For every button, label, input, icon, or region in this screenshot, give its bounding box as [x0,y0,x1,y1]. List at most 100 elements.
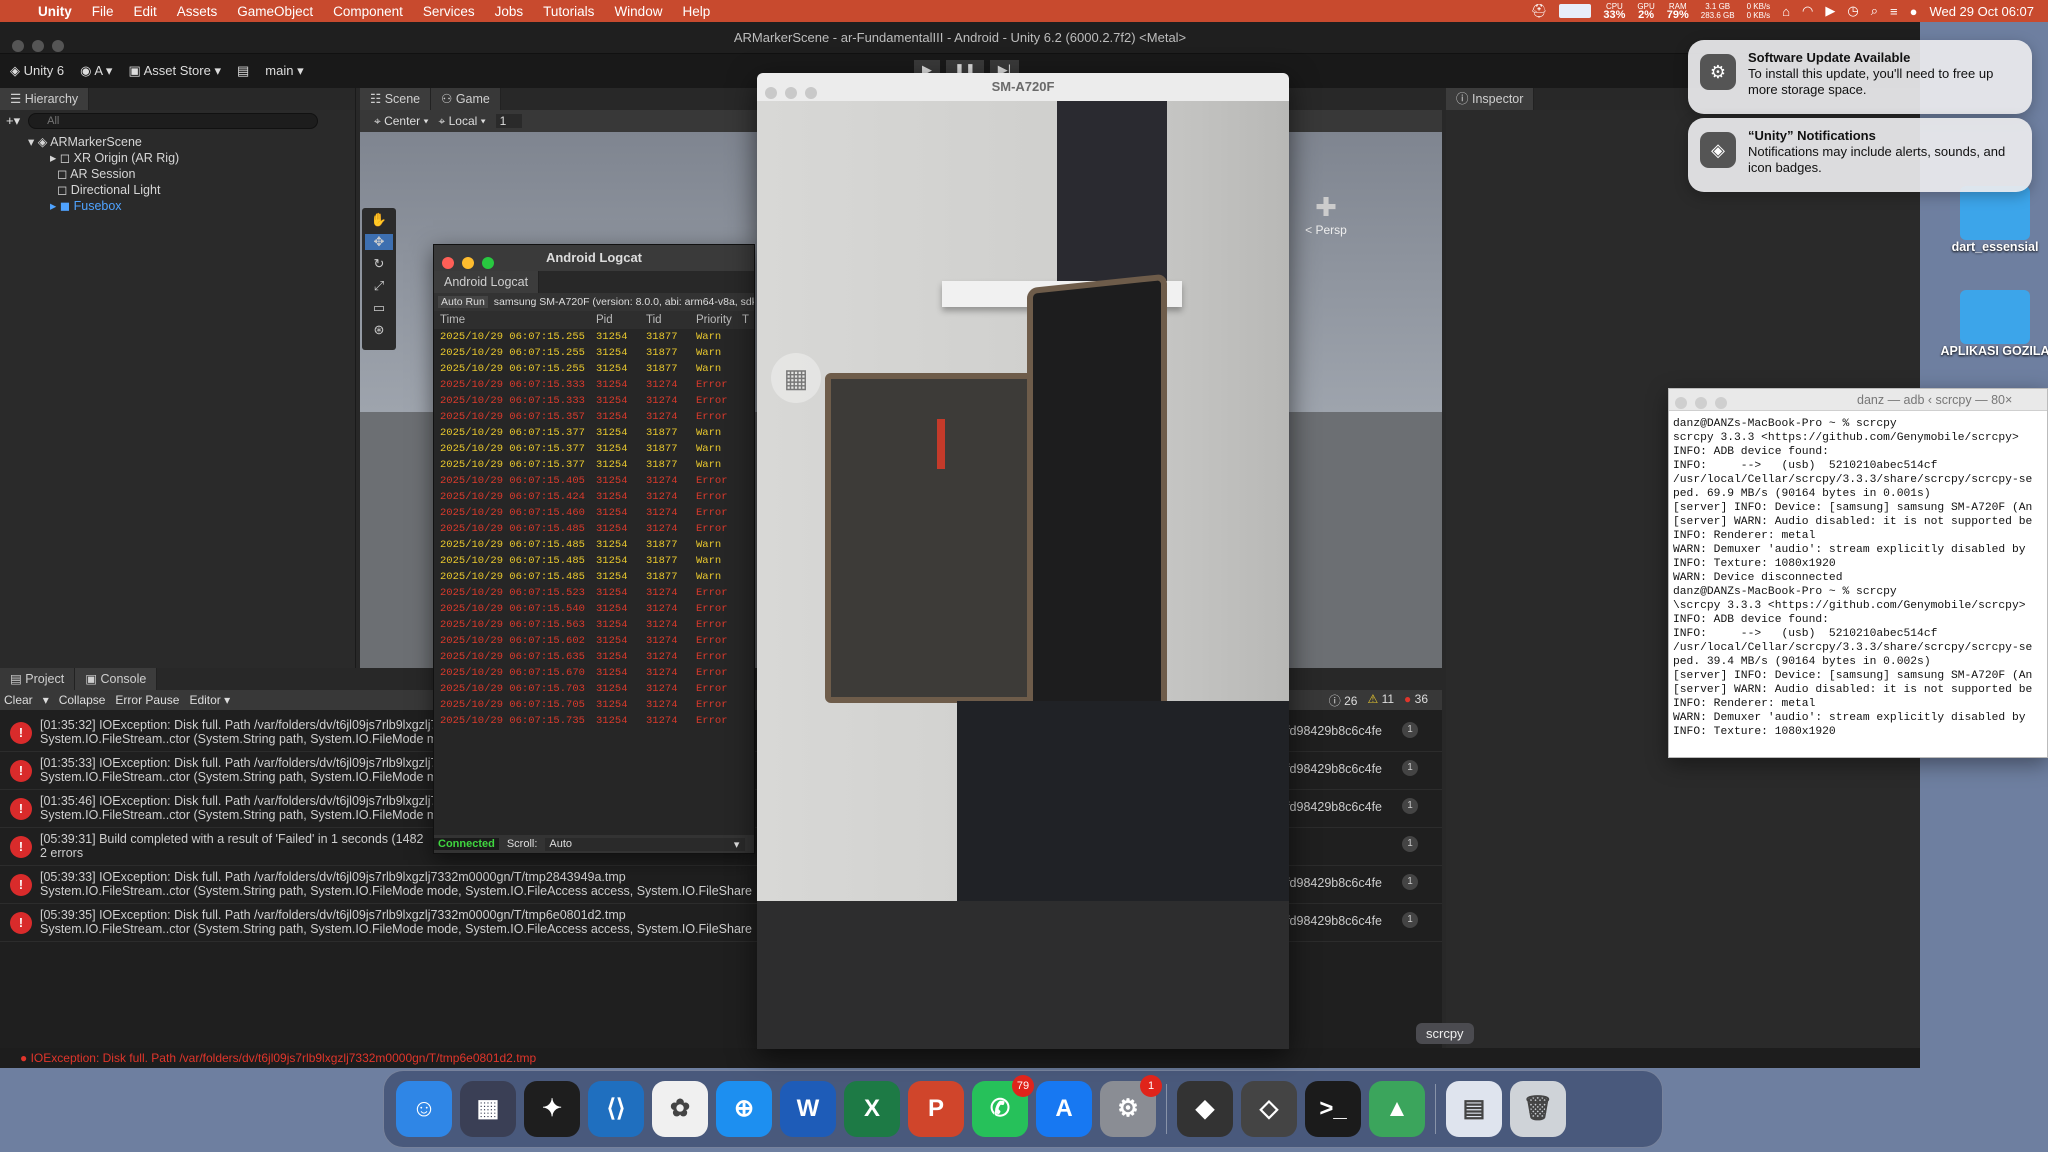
logcat-row[interactable]: 2025/10/29 06:07:15.485 31254 31877 Warn [434,537,754,553]
tab-hierarchy[interactable]: ☰ Hierarchy [0,88,90,110]
hierarchy-scene-root[interactable]: ▾ ◈ ARMarkerScene [28,134,355,150]
tab-project[interactable]: ▤ Project [0,668,76,690]
logcat-row[interactable]: 2025/10/29 06:07:15.703 31254 31274 Error [434,681,754,697]
logcat-row[interactable]: 2025/10/29 06:07:15.405 31254 31274 Error [434,473,754,489]
pivot-dropdown[interactable]: ⌖ Center ▾ [374,114,429,129]
menu-assets[interactable]: Assets [167,4,228,19]
rect-tool-icon[interactable]: ▭ [373,300,385,316]
space-dropdown[interactable]: ⌖ Local ▾ [439,114,486,129]
control-center-icon[interactable]: ≡ [1890,4,1898,19]
clock[interactable]: Wed 29 Oct 06:07 [1929,4,2034,19]
gpu-stat[interactable]: GPU 2% [1637,2,1654,21]
camera-feed[interactable]: ▦ [757,101,1289,1049]
graph-icon[interactable] [1559,4,1592,18]
menu-edit[interactable]: Edit [124,4,167,19]
header-time[interactable]: Time [434,311,592,329]
tab-inspector[interactable]: ⓘ Inspector [1446,88,1535,110]
logcat-row[interactable]: 2025/10/29 06:07:15.377 31254 31877 Warn [434,457,754,473]
zoom-window-button[interactable] [52,40,64,52]
info-count-toggle[interactable]: ⓘ 26 [1329,692,1358,709]
device-dropdown[interactable]: samsung SM-A720F (version: 8.0.0, abi: a… [494,296,754,308]
account-button[interactable]: ◈ Unity 6 [10,63,64,79]
minimize-window-button[interactable] [462,257,474,269]
dock-whatsapp-icon[interactable]: ✆ 79 [972,1075,1034,1137]
menu-jobs[interactable]: Jobs [485,4,534,19]
logcat-row[interactable]: 2025/10/29 06:07:15.357 31254 31274 Error [434,409,754,425]
logcat-row[interactable]: 2025/10/29 06:07:15.670 31254 31274 Error [434,665,754,681]
grid-size-field[interactable]: 1 [495,114,523,128]
stats-icon[interactable]: ⛑ [1531,3,1548,19]
error-count-toggle[interactable]: ● 36 [1404,692,1428,709]
menu-gameobject[interactable]: GameObject [227,4,323,19]
user-button[interactable]: ◉ A ▾ [80,63,112,79]
header-tid[interactable]: Tid [642,311,692,329]
logcat-row[interactable]: 2025/10/29 06:07:15.377 31254 31877 Warn [434,441,754,457]
siri-icon[interactable]: ● [1910,4,1918,19]
logcat-row[interactable]: 2025/10/29 06:07:15.735 31254 31274 Error [434,713,754,729]
collapse-button[interactable]: Collapse [59,693,106,707]
logcat-row[interactable]: 2025/10/29 06:07:15.255 31254 31877 Warn [434,329,754,345]
logcat-row[interactable]: 2025/10/29 06:07:15.485 31254 31877 Warn [434,553,754,569]
logcat-row[interactable]: 2025/10/29 06:07:15.255 31254 31877 Warn [434,361,754,377]
tab-console[interactable]: ▣ Console [75,668,158,690]
menu-help[interactable]: Help [672,4,720,19]
menu-services[interactable]: Services [413,4,485,19]
logcat-row[interactable]: 2025/10/29 06:07:15.485 31254 31877 Warn [434,569,754,585]
warning-count-toggle[interactable]: ⚠ 11 [1367,692,1394,709]
disk-stat[interactable]: 3.1 GB 283.6 GB [1701,2,1735,20]
dock-unity-hub-icon[interactable]: ◆ [1177,1081,1233,1137]
hand-tool-icon[interactable]: ✋ [371,212,387,228]
header-tag[interactable]: T [742,311,749,329]
cpu-stat[interactable]: CPU 33% [1603,2,1625,21]
dock-preview-icon[interactable]: ▤ [1446,1081,1502,1137]
dock-android-studio-icon[interactable]: ▲ [1369,1081,1425,1137]
zoom-window-button[interactable] [1715,397,1727,409]
menu-component[interactable]: Component [323,4,413,19]
minimize-window-button[interactable] [1695,397,1707,409]
notification-unity[interactable]: ◈ “Unity” Notifications Notifications ma… [1688,118,2032,192]
dock-figma-icon[interactable]: ✦ [524,1081,580,1137]
dock-photos-icon[interactable]: ✿ [652,1081,708,1137]
header-priority[interactable]: Priority [692,311,742,329]
desktop-folder-dart[interactable]: dart_essensial [1940,186,2048,254]
error-pause-button[interactable]: Error Pause [115,693,179,707]
menu-window[interactable]: Window [604,4,672,19]
header-pid[interactable]: Pid [592,311,642,329]
clear-button[interactable]: Clear [4,693,33,707]
menu-tutorials[interactable]: Tutorials [533,4,604,19]
network-stat[interactable]: 0 KB/s 0 KB/s [1747,2,1771,20]
ram-stat[interactable]: RAM 79% [1667,2,1689,21]
dock-trash-icon[interactable]: 🗑 [1510,1081,1566,1137]
logcat-row[interactable]: 2025/10/29 06:07:15.424 31254 31274 Error [434,489,754,505]
tab-game[interactable]: ⚇ Game [431,88,501,110]
scroll-dropdown[interactable]: Auto ▾ [545,837,746,851]
logcat-row[interactable]: 2025/10/29 06:07:15.333 31254 31274 Error [434,377,754,393]
logcat-row[interactable]: 2025/10/29 06:07:15.523 31254 31274 Error [434,585,754,601]
dock-finder-icon[interactable]: ☺ [396,1081,452,1137]
logcat-row[interactable]: 2025/10/29 06:07:15.377 31254 31877 Warn [434,425,754,441]
logcat-row[interactable]: 2025/10/29 06:07:15.635 31254 31274 Error [434,649,754,665]
hierarchy-item-fusebox[interactable]: ▸ ◼ Fusebox [28,198,355,214]
editor-dropdown[interactable]: Editor ▾ [189,693,230,707]
close-window-button[interactable] [765,87,777,99]
zoom-window-button[interactable] [805,87,817,99]
branch-dropdown[interactable]: main ▾ [265,63,303,79]
logcat-row[interactable]: 2025/10/29 06:07:15.705 31254 31274 Error [434,697,754,713]
menu-app-name[interactable]: Unity [28,4,82,19]
hierarchy-item-xr-origin[interactable]: ▸ ◻ XR Origin (AR Rig) [28,150,355,166]
minimize-window-button[interactable] [785,87,797,99]
logcat-row[interactable]: 2025/10/29 06:07:15.485 31254 31274 Error [434,521,754,537]
desktop-folder-aplikasi[interactable]: APLIKASI GOZILA [1940,290,2048,358]
logcat-row[interactable]: 2025/10/29 06:07:15.333 31254 31274 Error [434,393,754,409]
move-tool-icon[interactable]: ✥ [365,234,393,250]
dock-terminal-icon[interactable]: >_ [1305,1081,1361,1137]
play-icon[interactable]: ▶ [1825,3,1835,19]
logcat-row[interactable]: 2025/10/29 06:07:15.563 31254 31274 Error [434,617,754,633]
hierarchy-search-input[interactable] [28,113,319,129]
dock-appstore-icon[interactable]: A [1036,1081,1092,1137]
scale-tool-icon[interactable]: ⤢ [374,278,384,294]
add-icon[interactable]: +▾ [6,113,20,129]
auto-run-toggle[interactable]: Auto Run [438,296,488,308]
hierarchy-item-directional-light[interactable]: ◻ Directional Light [28,182,355,198]
close-window-button[interactable] [1675,397,1687,409]
